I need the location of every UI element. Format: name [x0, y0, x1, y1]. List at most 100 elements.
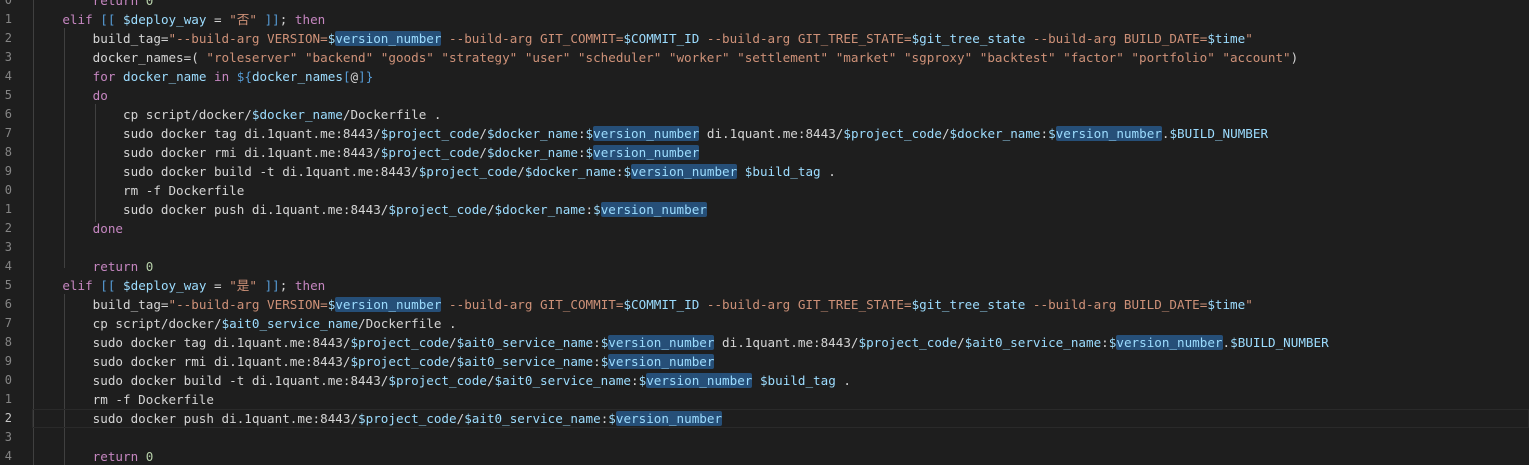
code-token: $project_code — [380, 126, 480, 141]
code-line[interactable]: do — [32, 86, 1529, 105]
highlighted-token: version_number — [608, 354, 715, 369]
code-token: / — [941, 126, 950, 141]
line-number: 1 — [4, 12, 12, 26]
code-token: / — [479, 145, 487, 160]
line-number: 7 — [4, 316, 12, 330]
code-line[interactable]: cp script/docker/$docker_name/Dockerfile… — [32, 105, 1529, 124]
code-token: $ — [585, 145, 594, 160]
code-line[interactable]: sudo docker build -t di.1quant.me:8443/$… — [32, 162, 1529, 181]
code-line[interactable]: return 0 — [32, 447, 1529, 465]
code-line[interactable]: rm -f Dockerfile — [32, 390, 1529, 409]
code-token: --build-arg BUILD_DATE= — [1025, 31, 1208, 46]
code-token: ] — [358, 69, 366, 84]
code-line-current[interactable]: sudo docker push di.1quant.me:8443/$proj… — [32, 409, 1529, 428]
code-token: $ait0_service_name — [964, 335, 1102, 350]
code-line[interactable]: build_tag="--build-arg VERSION=$version_… — [32, 295, 1529, 314]
code-token: sudo docker build -t di.1quant.me:8443/ — [32, 373, 389, 388]
code-token: elif — [62, 12, 93, 27]
code-line[interactable]: for docker_name in ${docker_names[@]} — [32, 67, 1529, 86]
code-token: : — [1101, 335, 1109, 350]
code-token: $deploy_way — [123, 12, 207, 27]
code-token: sudo docker push di.1quant.me:8443/ — [32, 411, 359, 426]
code-token: $build_tag — [759, 373, 836, 388]
highlighted-token: version_number — [335, 297, 442, 312]
line-number: 4 — [4, 259, 12, 273]
code-token: docker_names=( — [32, 50, 207, 65]
code-token: sudo docker tag di.1quant.me:8443/ — [32, 335, 351, 350]
code-line[interactable]: sudo docker build -t di.1quant.me:8443/ $… — [32, 371, 1529, 390]
code-line[interactable]: sudo docker tag di.1quant.me:8443/$proje… — [32, 124, 1529, 143]
code-token: return — [92, 0, 139, 8]
code-line[interactable]: docker_names=( "roleserver" "backend" "g… — [32, 48, 1529, 67]
code-line[interactable]: build_tag="--build-arg VERSION=$version_… — [32, 29, 1529, 48]
code-token: $docker_name — [486, 126, 578, 141]
code-token: "roleserver" "backend" "goods" "strategy… — [206, 50, 1291, 65]
code-token: $ — [585, 126, 594, 141]
code-token: elif — [62, 278, 93, 293]
code-token: $project_code — [843, 126, 942, 141]
code-token: @ — [350, 69, 359, 84]
code-token: $deploy_way — [123, 278, 207, 293]
code-line[interactable]: return 0 — [32, 0, 1529, 10]
code-line[interactable] — [32, 428, 1529, 447]
code-token: "--build-arg VERSION= — [168, 31, 328, 46]
code-token: "否" — [229, 12, 257, 27]
code-token: --build-arg BUILD_DATE= — [1025, 297, 1208, 312]
code-line[interactable]: elif [[ $deploy_way = "是" ]]; then — [32, 276, 1529, 295]
code-line[interactable]: rm -f Dockerfile — [32, 181, 1529, 200]
code-area[interactable]: return 0 elif [[ $deploy_way = "否" ]]; t… — [32, 0, 1529, 465]
code-token: ${ — [236, 69, 252, 84]
line-number-gutter: 0 1 2 3 4 5 6 7 8 9 0 1 2 3 4 5 6 7 8 9 0 1 2 3 4 — [0, 0, 14, 465]
line-number: 5 — [4, 278, 12, 292]
code-token: $BUILD_NUMBER — [1169, 126, 1269, 141]
code-token: in — [214, 69, 230, 84]
code-token: then — [294, 12, 326, 27]
highlighted-token: version_number — [615, 411, 723, 426]
code-token: cp script/docker/ — [32, 107, 252, 122]
code-token: --build-arg GIT_TREE_STATE= — [699, 297, 912, 312]
code-token: . — [1222, 335, 1231, 350]
code-token: $project_code — [358, 411, 457, 426]
code-line[interactable]: sudo docker push di.1quant.me:8443/$proj… — [32, 200, 1529, 219]
code-line[interactable]: return 0 — [32, 257, 1529, 276]
highlighted-token: version_number — [1116, 335, 1223, 350]
code-token: . — [820, 164, 836, 179]
code-line[interactable]: sudo docker rmi di.1quant.me:8443/$proje… — [32, 352, 1529, 371]
code-token: $project_code — [418, 164, 518, 179]
code-line[interactable]: done — [32, 219, 1529, 238]
code-token: $ait0_service_name — [456, 335, 594, 350]
code-token: --build-arg GIT_COMMIT= — [441, 31, 624, 46]
code-token: $time — [1207, 297, 1246, 312]
code-token: $git_tree_state — [911, 31, 1026, 46]
code-editor[interactable]: 0 1 2 3 4 5 6 7 8 9 0 1 2 3 4 5 6 7 8 9 0 1 2 3 4 return 0 elif … — [0, 0, 1529, 465]
code-token: $project_code — [350, 354, 450, 369]
code-token: ; — [279, 278, 295, 293]
code-token: = — [206, 12, 230, 27]
code-line[interactable]: sudo docker rmi di.1quant.me:8443/$proje… — [32, 143, 1529, 162]
code-token: : — [577, 145, 586, 160]
code-token: [[ — [100, 278, 116, 293]
code-token: : — [631, 373, 639, 388]
code-token: / — [479, 126, 487, 141]
line-number: 4 — [4, 69, 12, 83]
line-number: 4 — [4, 449, 12, 463]
code-token: / — [449, 335, 457, 350]
code-line[interactable]: sudo docker tag di.1quant.me:8443/$proje… — [32, 333, 1529, 352]
code-token: } — [365, 69, 374, 84]
highlighted-token: version_number — [335, 31, 442, 46]
code-line[interactable]: cp script/docker/$ait0_service_name/Dock… — [32, 314, 1529, 333]
code-line[interactable] — [32, 238, 1529, 257]
line-number: 6 — [4, 107, 12, 121]
code-line[interactable]: elif [[ $deploy_way = "否" ]]; then — [32, 10, 1529, 29]
line-number: 2 — [4, 411, 12, 425]
line-number: 0 — [4, 373, 12, 387]
